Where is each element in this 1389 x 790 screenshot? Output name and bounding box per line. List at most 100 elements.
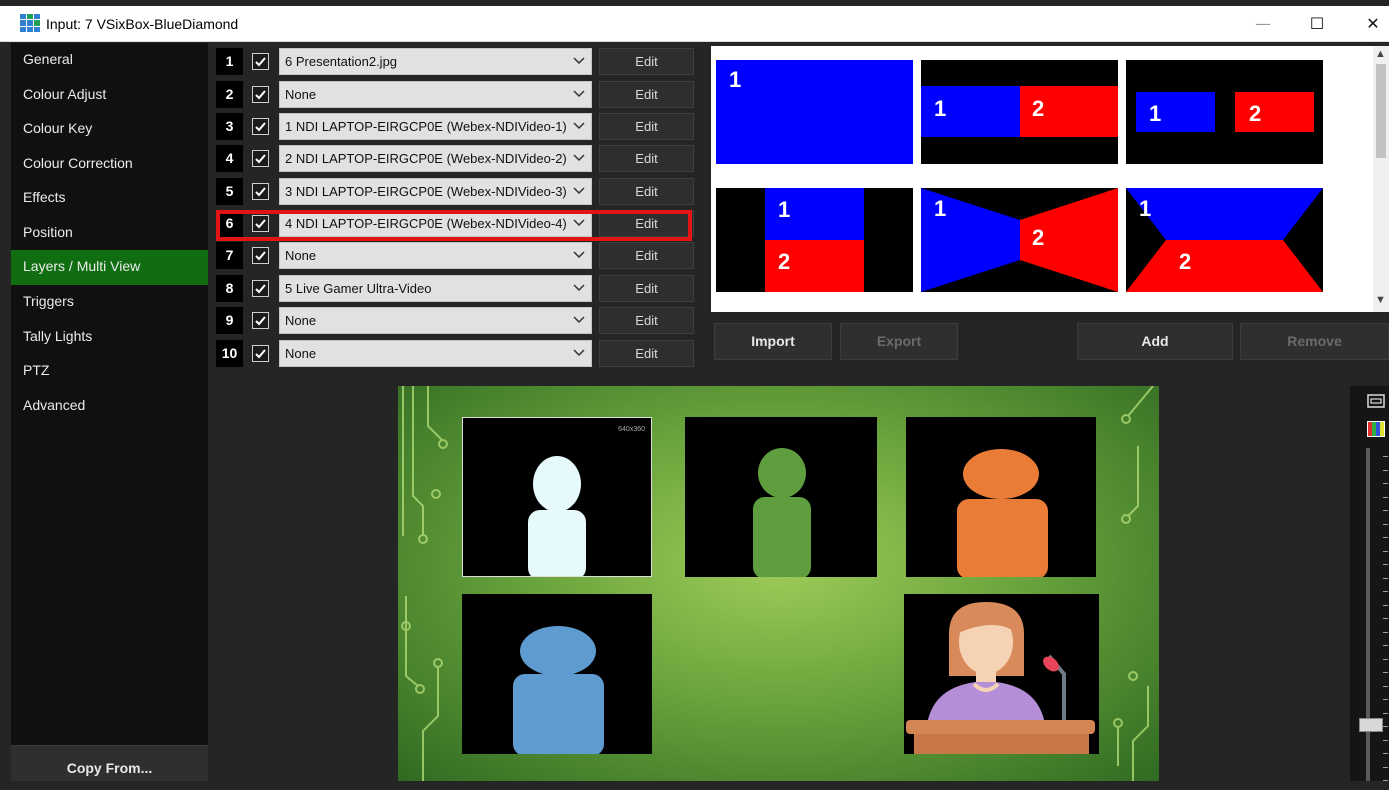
- checkmark-icon: [255, 90, 266, 100]
- layer-source-select[interactable]: 6 Presentation2.jpg: [279, 48, 592, 75]
- layer-source-select[interactable]: 1 NDI LAPTOP-EIRGCP0E (Webex-NDIVideo-1): [279, 113, 592, 140]
- layer-source-select[interactable]: 3 NDI LAPTOP-EIRGCP0E (Webex-NDIVideo-3): [279, 178, 592, 205]
- layer-enabled-checkbox[interactable]: [252, 183, 269, 200]
- slider-tick: [1383, 564, 1388, 565]
- preset-two-boxes[interactable]: 1 2: [1126, 60, 1323, 164]
- checkmark-icon: [255, 122, 266, 132]
- sidebar-item-layers-multi-view[interactable]: Layers / Multi View: [11, 250, 208, 285]
- frame-icon[interactable]: [1366, 392, 1386, 410]
- layer-enabled-checkbox[interactable]: [252, 345, 269, 362]
- layer-edit-button[interactable]: Edit: [599, 275, 694, 302]
- preset-label-2: 2: [1032, 225, 1044, 250]
- preset-full-screen[interactable]: 1: [716, 60, 913, 164]
- maximize-button[interactable]: ☐: [1297, 10, 1337, 38]
- layer-source-select[interactable]: None: [279, 81, 592, 108]
- slider-tick: [1383, 767, 1388, 768]
- layer-source-value: 5 Live Gamer Ultra-Video: [285, 281, 432, 296]
- layer-source-select[interactable]: None: [279, 340, 592, 367]
- preset-label-2: 2: [778, 249, 790, 274]
- chevron-down-icon: [573, 154, 585, 162]
- preview-tile-1: 640x360: [462, 417, 652, 577]
- preset-side-by-side[interactable]: 1 2: [921, 60, 1118, 164]
- layer-source-value: 1 NDI LAPTOP-EIRGCP0E (Webex-NDIVideo-1): [285, 119, 567, 134]
- sidebar-item-tally-lights[interactable]: Tally Lights: [11, 320, 208, 355]
- layer-enabled-checkbox[interactable]: [252, 312, 269, 329]
- preview-tile-4: [462, 594, 652, 754]
- sidebar-item-triggers[interactable]: Triggers: [11, 285, 208, 320]
- layer-source-select[interactable]: 2 NDI LAPTOP-EIRGCP0E (Webex-NDIVideo-2): [279, 145, 592, 172]
- layer-enabled-checkbox[interactable]: [252, 150, 269, 167]
- layer-source-select[interactable]: 5 Live Gamer Ultra-Video: [279, 275, 592, 302]
- layer-edit-button[interactable]: Edit: [599, 81, 694, 108]
- preview-tile-3: [906, 417, 1096, 577]
- preset-bowtie-horizontal[interactable]: 1 2: [921, 188, 1118, 292]
- layer-number: 2: [216, 81, 243, 108]
- add-button[interactable]: Add: [1077, 323, 1233, 360]
- slider-tick: [1383, 686, 1388, 687]
- layer-source-value: None: [285, 87, 317, 102]
- layer-number: 7: [216, 242, 243, 269]
- sidebar-item-effects[interactable]: Effects: [11, 181, 208, 216]
- preset-bowtie-vertical[interactable]: 1 2: [1126, 188, 1323, 292]
- slider-tick: [1383, 618, 1388, 619]
- layer-enabled-checkbox[interactable]: [252, 280, 269, 297]
- preset-region-2: [1126, 240, 1323, 292]
- multiview-preview: 640x360: [398, 386, 1159, 781]
- chevron-down-icon: [573, 349, 585, 357]
- color-bars-icon[interactable]: [1366, 420, 1386, 438]
- sidebar-item-advanced[interactable]: Advanced: [11, 389, 208, 424]
- layer-edit-button[interactable]: Edit: [599, 340, 694, 367]
- layer-edit-button[interactable]: Edit: [599, 48, 694, 75]
- slider-tick: [1383, 672, 1388, 673]
- chevron-down-icon: [573, 316, 585, 324]
- checkmark-icon: [255, 251, 266, 261]
- checkmark-icon: [255, 154, 266, 164]
- layer-edit-button[interactable]: Edit: [599, 178, 694, 205]
- scroll-down-icon[interactable]: ▼: [1375, 294, 1386, 306]
- layer-enabled-checkbox[interactable]: [252, 247, 269, 264]
- app-grid-icon: [20, 14, 40, 32]
- sidebar-item-colour-key[interactable]: Colour Key: [11, 112, 208, 147]
- export-button[interactable]: Export: [840, 323, 958, 360]
- layer-enabled-checkbox[interactable]: [252, 118, 269, 135]
- scroll-up-icon[interactable]: ▲: [1375, 48, 1386, 60]
- preset-label-2: 2: [1179, 249, 1191, 274]
- layer-edit-button[interactable]: Edit: [599, 145, 694, 172]
- checkmark-icon: [255, 284, 266, 294]
- multiview-presets-panel: 1 1 2 1 2 1 2 1 2 1 2 ▲ ▼: [711, 46, 1389, 312]
- sidebar-item-ptz[interactable]: PTZ: [11, 354, 208, 389]
- layer-source-select[interactable]: None: [279, 307, 592, 334]
- layer-edit-button[interactable]: Edit: [599, 242, 694, 269]
- layer-source-select[interactable]: None: [279, 242, 592, 269]
- slider-tick: [1383, 456, 1388, 457]
- sidebar-item-colour-correction[interactable]: Colour Correction: [11, 147, 208, 182]
- sidebar-item-position[interactable]: Position: [11, 216, 208, 251]
- sidebar-item-colour-adjust[interactable]: Colour Adjust: [11, 78, 208, 113]
- close-button[interactable]: ✕: [1353, 10, 1389, 38]
- slider-tick: [1383, 605, 1388, 606]
- slider-tick: [1383, 537, 1388, 538]
- preset-label-1: 1: [934, 96, 946, 121]
- presenter-icon: [906, 602, 1095, 754]
- presets-scrollbar[interactable]: ▲ ▼: [1373, 46, 1389, 312]
- slider-tick: [1383, 659, 1388, 660]
- preset-label-1: 1: [1139, 196, 1151, 221]
- layer-source-value: 3 NDI LAPTOP-EIRGCP0E (Webex-NDIVideo-3): [285, 184, 567, 199]
- layer-source-value: None: [285, 248, 317, 263]
- layer-enabled-checkbox[interactable]: [252, 53, 269, 70]
- copy-from-button[interactable]: Copy From...: [11, 745, 208, 781]
- preset-stacked[interactable]: 1 2: [716, 188, 913, 292]
- scrollbar-thumb[interactable]: [1376, 64, 1386, 158]
- layer-enabled-checkbox[interactable]: [252, 86, 269, 103]
- layer-edit-button[interactable]: Edit: [599, 113, 694, 140]
- minimize-button[interactable]: —: [1243, 10, 1283, 38]
- slider-tick: [1383, 578, 1388, 579]
- resolution-label: 640x360: [618, 426, 645, 433]
- slider-tick: [1383, 591, 1388, 592]
- layer-edit-button[interactable]: Edit: [599, 307, 694, 334]
- import-button[interactable]: Import: [714, 323, 832, 360]
- remove-button[interactable]: Remove: [1240, 323, 1389, 360]
- preset-region-1: [1136, 92, 1215, 132]
- sidebar-item-general[interactable]: General: [11, 43, 208, 78]
- volume-slider-handle[interactable]: [1359, 718, 1383, 732]
